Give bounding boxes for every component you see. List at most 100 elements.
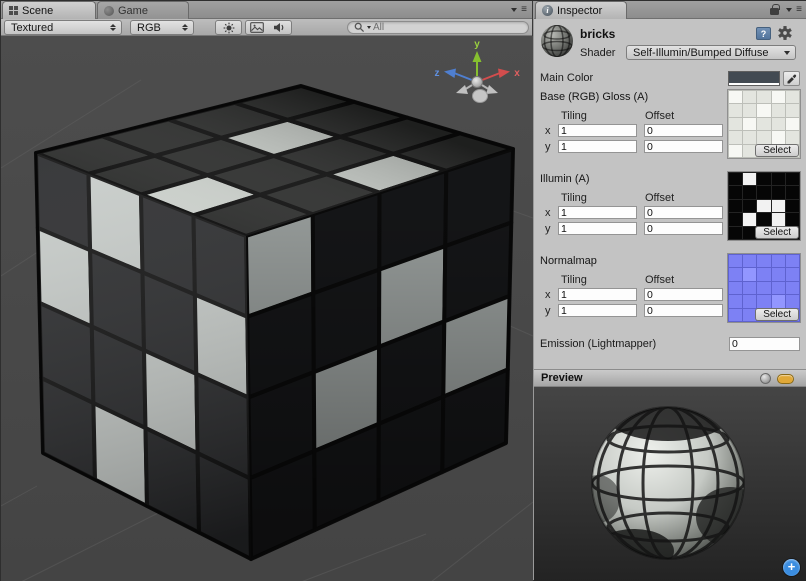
- normalmap-offset-y-input[interactable]: [644, 304, 723, 317]
- x-axis-label: x: [545, 289, 551, 301]
- normalmap-select-button[interactable]: Select: [755, 308, 799, 321]
- emission-row: Emission (Lightmapper): [534, 337, 806, 353]
- preview-header[interactable]: Preview: [534, 369, 806, 387]
- main-color-row: Main Color: [534, 71, 806, 87]
- inspector-tabstrip: i Inspector ≡: [534, 1, 806, 19]
- menu-icon: ≡: [521, 6, 527, 14]
- image-icon: [250, 22, 264, 33]
- speaker-icon: [273, 22, 286, 33]
- y-axis-label: y: [545, 305, 551, 317]
- scene-panel-menu[interactable]: ≡: [511, 6, 527, 14]
- scene-gizmo[interactable]: y x z: [427, 38, 527, 118]
- main-color-label: Main Color: [540, 72, 593, 84]
- menu-icon: ≡: [796, 6, 802, 14]
- illumin-tiling-x-input[interactable]: [558, 206, 637, 219]
- search-filter-icon[interactable]: [367, 26, 371, 29]
- illumin-select-button[interactable]: Select: [755, 226, 799, 239]
- base-offset-y-input[interactable]: [644, 140, 723, 153]
- x-axis-label: x: [545, 125, 551, 137]
- y-axis-label: y: [545, 223, 551, 235]
- chevron-down-icon: [784, 51, 790, 55]
- illumin-tiling-y-input[interactable]: [558, 222, 637, 235]
- shader-dropdown[interactable]: Self-Illumin/Bumped Diffuse: [626, 45, 796, 60]
- tiling-header: Tiling: [561, 192, 587, 204]
- draw-mode-dropdown[interactable]: Textured: [4, 20, 122, 35]
- normalmap-tiling-x-input[interactable]: [558, 288, 637, 301]
- offset-header: Offset: [645, 192, 674, 204]
- scene-cube[interactable]: [36, 86, 513, 559]
- tab-game[interactable]: Game: [97, 1, 189, 19]
- y-axis-label: y: [545, 141, 551, 153]
- tab-inspector[interactable]: i Inspector: [535, 1, 627, 19]
- scene-search[interactable]: [347, 21, 529, 34]
- render-mode-label: RGB: [137, 22, 176, 34]
- tab-scene[interactable]: Scene: [2, 1, 96, 19]
- main-color-swatch[interactable]: [728, 71, 780, 86]
- popup-arrows-icon: [182, 24, 188, 31]
- draw-mode-label: Textured: [11, 22, 104, 34]
- gizmo-z-label: z: [435, 68, 440, 79]
- skybox-toggle-button[interactable]: [245, 20, 269, 35]
- search-input[interactable]: [373, 22, 522, 33]
- lighting-toggle-button[interactable]: [215, 20, 242, 35]
- dropdown-icon: [511, 8, 517, 12]
- scene-icon: [9, 6, 18, 15]
- eyedropper-button[interactable]: [783, 71, 800, 86]
- material-name: bricks: [580, 27, 615, 41]
- x-axis-label: x: [545, 207, 551, 219]
- illumin-offset-y-input[interactable]: [644, 222, 723, 235]
- tiling-header: Tiling: [561, 274, 587, 286]
- popup-arrows-icon: [110, 24, 116, 31]
- base-offset-x-input[interactable]: [644, 124, 723, 137]
- base-tiling-x-input[interactable]: [558, 124, 637, 137]
- unity-editor-window: Scene Game ≡ Textured RGB: [0, 0, 806, 581]
- shader-label: Shader: [580, 47, 615, 59]
- tab-scene-label: Scene: [22, 5, 53, 17]
- add-button-label: +: [788, 559, 796, 574]
- inspector-panel-menu[interactable]: ≡: [786, 6, 802, 14]
- preview-title: Preview: [541, 372, 583, 384]
- preview-sphere: [534, 387, 806, 581]
- normalmap-tiling-y-input[interactable]: [558, 304, 637, 317]
- gear-icon[interactable]: [777, 25, 793, 41]
- info-icon: i: [542, 5, 553, 16]
- offset-header: Offset: [645, 274, 674, 286]
- tiling-header: Tiling: [561, 110, 587, 122]
- tab-game-label: Game: [118, 5, 148, 17]
- preview-light-toggle[interactable]: [777, 374, 794, 384]
- base-tiling-y-input[interactable]: [558, 140, 637, 153]
- offset-header: Offset: [645, 110, 674, 122]
- preview-body[interactable]: +: [534, 387, 806, 581]
- gizmo-y-axis[interactable]: y: [473, 39, 482, 82]
- gizmo-center[interactable]: [472, 77, 483, 88]
- illumin-offset-x-input[interactable]: [644, 206, 723, 219]
- section-label: Base (RGB) Gloss (A): [540, 91, 648, 103]
- gizmo-x-axis[interactable]: x: [477, 68, 520, 82]
- gizmo-y-label: y: [474, 39, 480, 50]
- section-label: Normalmap: [540, 255, 597, 267]
- gizmo-front-cone[interactable]: [473, 90, 488, 103]
- base-texture-thumb[interactable]: Select: [727, 89, 801, 159]
- texture-section-illumin: Illumin (A) Tiling Offset x y Select: [534, 171, 806, 253]
- search-icon: [354, 22, 365, 33]
- gizmo-z-axis[interactable]: z: [435, 68, 478, 82]
- tab-inspector-label: Inspector: [557, 5, 602, 17]
- normalmap-offset-x-input[interactable]: [644, 288, 723, 301]
- preview-model-toggle[interactable]: [760, 373, 771, 384]
- base-select-button[interactable]: Select: [755, 144, 799, 157]
- normalmap-texture-thumb[interactable]: Select: [727, 253, 801, 323]
- add-button[interactable]: +: [783, 559, 800, 576]
- scene-toolbar: Textured RGB: [1, 19, 532, 36]
- audio-toggle-button[interactable]: [268, 20, 292, 35]
- emission-input[interactable]: [729, 337, 800, 351]
- texture-section-normalmap: Normalmap Tiling Offset x y Select: [534, 253, 806, 335]
- game-icon: [104, 6, 114, 16]
- scene-tabstrip: Scene Game ≡: [1, 1, 532, 19]
- render-mode-dropdown[interactable]: RGB: [130, 20, 194, 35]
- help-icon[interactable]: ?: [756, 27, 771, 40]
- scene-viewport[interactable]: y x z: [1, 36, 533, 581]
- lock-icon[interactable]: [770, 8, 779, 15]
- illumin-texture-thumb[interactable]: Select: [727, 171, 801, 241]
- scene-panel: Scene Game ≡ Textured RGB: [1, 1, 533, 581]
- emission-label: Emission (Lightmapper): [540, 338, 656, 350]
